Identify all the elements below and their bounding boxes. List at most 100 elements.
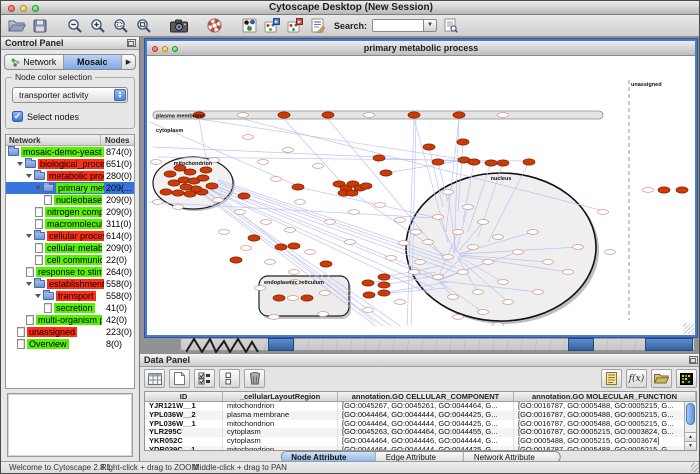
graph-node-label[interactable] — [151, 160, 162, 165]
graph-node[interactable] — [248, 235, 260, 241]
graph-node[interactable] — [275, 244, 287, 250]
tree-row[interactable]: multi-organism pro42(0) — [6, 314, 134, 326]
graph-node[interactable] — [497, 160, 509, 166]
graph-node-label[interactable] — [399, 241, 410, 246]
graph-node[interactable] — [288, 243, 300, 249]
graph-node[interactable] — [278, 112, 290, 118]
expand-arrow-icon[interactable] — [35, 186, 41, 190]
maximize-icon[interactable] — [32, 5, 39, 12]
tree-row[interactable]: nitrogen compo209(0) — [6, 206, 134, 218]
zoom-selected-icon[interactable] — [112, 17, 130, 35]
tabs-overflow-icon[interactable]: ▶ — [122, 55, 135, 69]
scrollbar-thumb[interactable] — [686, 403, 695, 425]
expand-arrow-icon[interactable] — [35, 294, 41, 298]
graph-node[interactable] — [658, 187, 670, 193]
graph-node[interactable] — [408, 112, 420, 118]
graph-node-label[interactable] — [320, 291, 331, 296]
network-maximize-icon[interactable] — [172, 46, 178, 52]
select-all-attributes-icon[interactable] — [194, 369, 215, 388]
snapshot-icon[interactable] — [170, 17, 188, 35]
graph-node-label[interactable] — [283, 148, 294, 153]
tree-row[interactable]: response to stimulu264(0) — [6, 266, 134, 278]
graph-node[interactable] — [320, 261, 332, 267]
search-dropdown-icon[interactable]: ▼ — [424, 19, 437, 32]
delete-attribute-icon[interactable] — [244, 369, 265, 388]
graph-node[interactable] — [360, 183, 372, 189]
network-close-icon[interactable] — [152, 46, 158, 52]
graph-node-label[interactable] — [271, 177, 282, 182]
graph-node-label[interactable] — [498, 280, 509, 285]
tree-row[interactable]: biological_process651(0) — [6, 158, 134, 170]
graph-node[interactable] — [457, 139, 469, 145]
graph-node-label[interactable] — [415, 260, 426, 265]
graph-node[interactable] — [378, 290, 390, 296]
graph-node[interactable] — [238, 193, 250, 199]
graph-node-label[interactable] — [153, 200, 164, 205]
attribute-select-icon[interactable] — [144, 369, 165, 388]
network-canvas[interactable]: plasma membrane cytoplasm mitochondrion … — [147, 56, 695, 335]
graph-node-label[interactable] — [443, 190, 454, 195]
graph-node[interactable] — [346, 190, 358, 196]
graph-node-label[interactable] — [533, 290, 544, 295]
graph-node[interactable] — [197, 175, 209, 181]
graph-node-label[interactable] — [483, 260, 494, 265]
window-resize-grip[interactable] — [691, 463, 700, 472]
graph-node[interactable] — [164, 171, 176, 177]
scroll-down-icon[interactable]: ▼ — [685, 441, 696, 450]
unselect-all-attributes-icon[interactable] — [219, 369, 240, 388]
expand-arrow-icon[interactable] — [26, 174, 32, 178]
table-row[interactable]: YKR052Ccytoplasm[GO:0044464, GO:0044446,… — [145, 437, 696, 446]
heatmap-icon[interactable] — [676, 369, 697, 388]
graph-node-label[interactable] — [411, 230, 422, 235]
graph-node-label[interactable] — [375, 203, 386, 208]
graph-node-label[interactable] — [498, 113, 509, 118]
graph-node-label[interactable] — [235, 210, 246, 215]
graph-node-label[interactable] — [643, 188, 654, 193]
annotation-icon[interactable] — [309, 17, 327, 35]
tree-row[interactable]: unassigned223(0) — [6, 326, 134, 338]
tree-row[interactable]: secretion41(0) — [6, 302, 134, 314]
graph-node-label[interactable] — [243, 135, 254, 140]
background-window-tab[interactable] — [568, 338, 594, 351]
tree-row[interactable]: Overview8(0) — [6, 338, 134, 350]
save-icon[interactable] — [31, 17, 49, 35]
zoom-in-icon[interactable] — [89, 17, 107, 35]
graph-node[interactable] — [180, 184, 192, 190]
graph-node[interactable] — [301, 295, 313, 301]
graph-node-label[interactable] — [364, 113, 375, 118]
network-minimize-icon[interactable] — [162, 46, 168, 52]
graph-node[interactable] — [378, 282, 390, 288]
graph-node-label[interactable] — [463, 205, 474, 210]
graph-node-label[interactable] — [563, 270, 574, 275]
graph-node[interactable] — [378, 274, 390, 280]
import-attributes-icon[interactable] — [601, 369, 622, 388]
tab-network[interactable]: Network — [5, 55, 64, 69]
graph-node-label[interactable] — [261, 220, 272, 225]
node-color-dropdown[interactable]: transporter activity ▲▼ — [12, 87, 128, 103]
tree-row[interactable]: cellular process614(0) — [6, 230, 134, 242]
expand-arrow-icon[interactable] — [26, 282, 32, 286]
graph-node-label[interactable] — [386, 256, 397, 261]
graph-node-label[interactable] — [468, 245, 479, 250]
col-id[interactable]: ID — [145, 392, 223, 401]
graph-node-label[interactable] — [173, 205, 184, 210]
graph-node-label[interactable] — [349, 210, 360, 215]
graph-node[interactable] — [184, 169, 196, 175]
layout-blue-icon[interactable] — [263, 17, 281, 35]
graph-node[interactable] — [160, 189, 172, 195]
graph-node-label[interactable] — [289, 270, 300, 275]
graph-node[interactable] — [676, 187, 688, 193]
graph-node-label[interactable] — [478, 310, 489, 315]
graph-node[interactable] — [292, 184, 304, 190]
graph-node-label[interactable] — [395, 218, 406, 223]
graph-node[interactable] — [322, 112, 334, 118]
graph-node-label[interactable] — [238, 113, 249, 118]
background-window-tab[interactable] — [645, 338, 693, 351]
plasma-membrane-region[interactable] — [153, 111, 603, 119]
expand-arrow-icon[interactable] — [26, 234, 32, 238]
tree-row[interactable]: mosaic-demo-yeast874(0) — [6, 146, 134, 158]
graph-node[interactable] — [373, 155, 385, 161]
layout-red-icon[interactable] — [286, 17, 304, 35]
graph-node[interactable] — [230, 257, 242, 263]
graph-node-label[interactable] — [493, 323, 504, 326]
